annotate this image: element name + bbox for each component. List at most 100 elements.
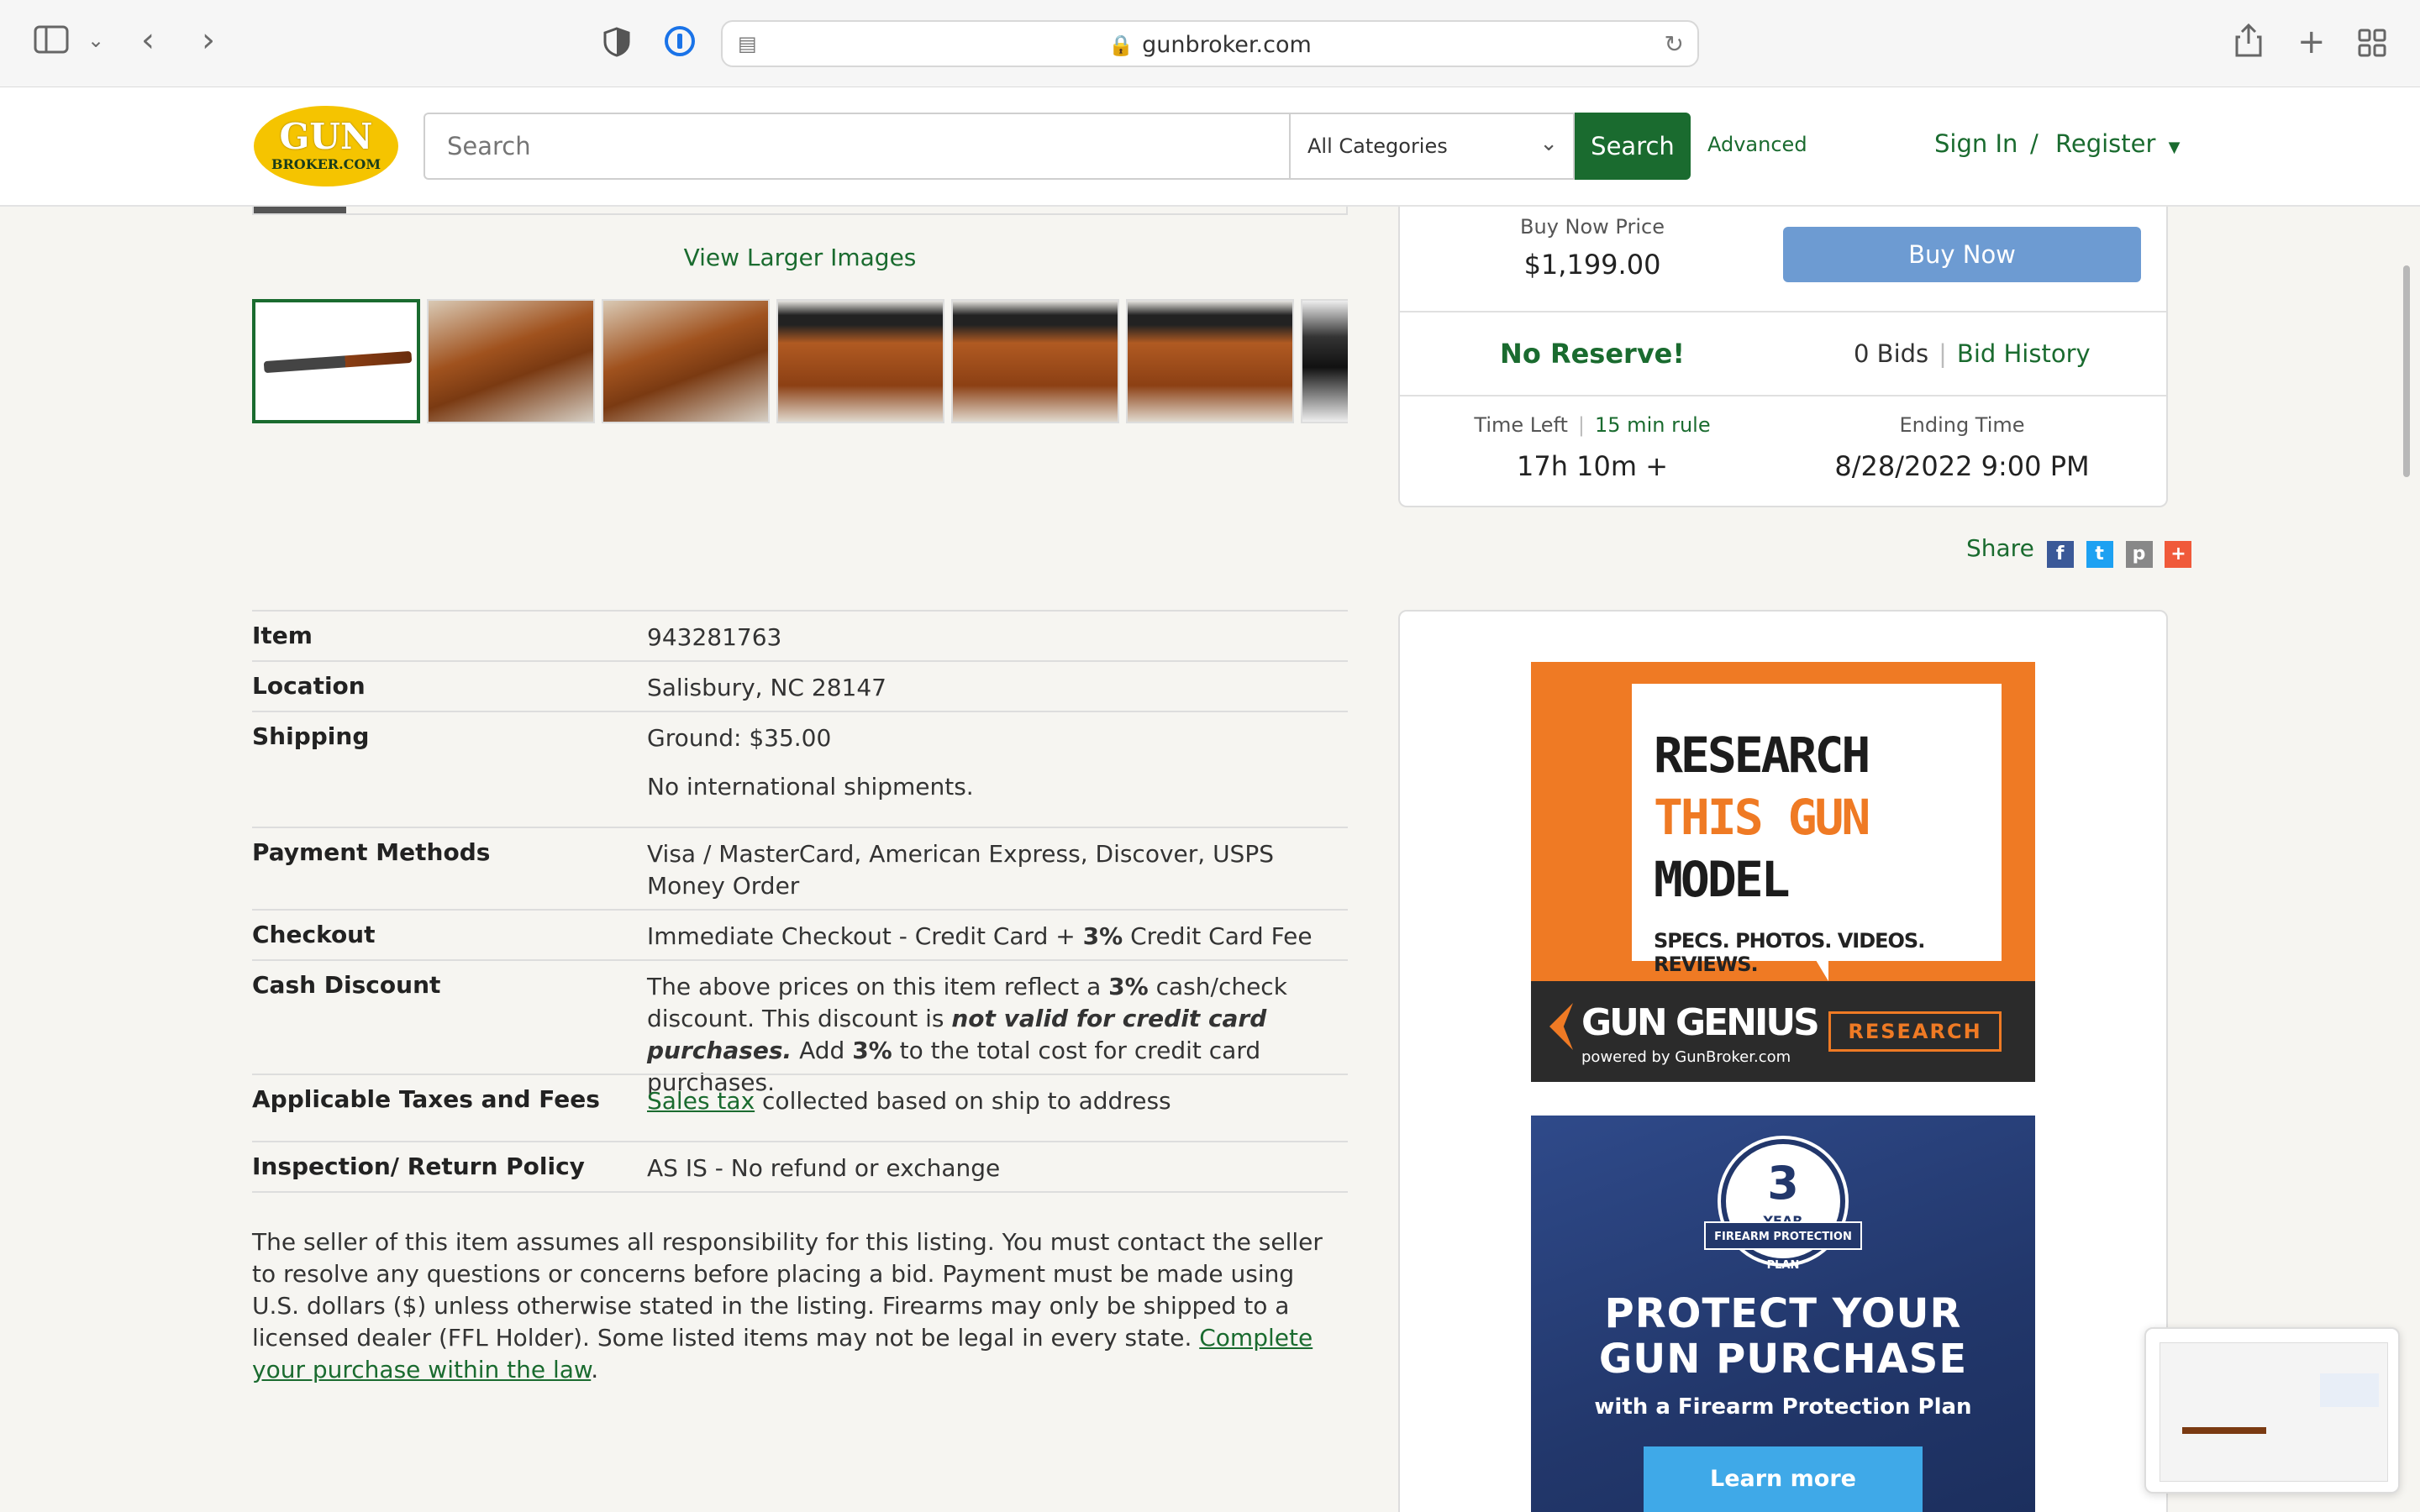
- address-bar[interactable]: ▤ 🔒 gunbroker.com ↻: [721, 20, 1699, 67]
- thumbnail-4[interactable]: [776, 299, 944, 423]
- preview-rifle: [2182, 1427, 2266, 1434]
- thumbnail-2[interactable]: [427, 299, 595, 423]
- gun-genius-brand: GUN GENIUS: [1581, 1001, 1820, 1044]
- detail-row-item: Item 943281763: [252, 610, 1348, 660]
- sales-tax-link[interactable]: Sales tax: [647, 1087, 755, 1115]
- new-tab-icon[interactable]: +: [2297, 25, 2326, 59]
- checkout-fee-percent: 3%: [1082, 922, 1123, 950]
- detail-row-checkout: Checkout Immediate Checkout - Credit Car…: [252, 909, 1348, 959]
- thumbnail-1[interactable]: [252, 299, 420, 423]
- bid-count: 0 Bids: [1854, 339, 1929, 368]
- page-scrollbar[interactable]: [2403, 265, 2410, 477]
- disclaimer-end: .: [591, 1356, 599, 1383]
- gunbroker-logo[interactable]: GUN BROKER.COM: [252, 104, 400, 188]
- image-viewer-bottom: [252, 207, 1348, 215]
- taxes-text: collected based on ship to address: [755, 1087, 1171, 1115]
- thumbnail-7[interactable]: [1301, 299, 1348, 423]
- time-left: 17h 10m +: [1516, 450, 1669, 482]
- preview-content: [2160, 1342, 2388, 1482]
- logo-text-broker: BROKER.COM: [271, 156, 381, 172]
- thumbnail-3[interactable]: [602, 299, 770, 423]
- tab-overview-icon[interactable]: [2358, 29, 2386, 63]
- ad-subheadline: with a Firearm Protection Plan: [1594, 1394, 1972, 1420]
- separator: |: [1577, 413, 1586, 437]
- research-button[interactable]: RESEARCH: [1828, 1011, 2002, 1052]
- detail-label: Checkout: [252, 921, 376, 948]
- ending-time: 8/28/2022 9:00 PM: [1834, 450, 2090, 482]
- thumbnail-5[interactable]: [951, 299, 1119, 423]
- detail-label: Item: [252, 622, 313, 649]
- protection-plan-ad[interactable]: 3 YEAR FIREARM PROTECTION PLAN PROTECT Y…: [1531, 1116, 2035, 1512]
- rifle-image: [263, 350, 413, 374]
- twitter-icon[interactable]: t: [2086, 541, 2113, 568]
- sidebar-toggle-icon[interactable]: [34, 25, 69, 60]
- gun-genius-logo-icon: [1549, 1003, 1573, 1050]
- preview-buybox: [2320, 1373, 2379, 1407]
- back-icon[interactable]: ‹: [141, 24, 155, 57]
- thumbnail-6[interactable]: [1126, 299, 1294, 423]
- divider: [1400, 311, 2166, 312]
- facebook-icon[interactable]: f: [2046, 541, 2074, 568]
- category-select-value: All Categories: [1307, 134, 1448, 158]
- shield-icon[interactable]: [603, 27, 630, 63]
- detail-value: Immediate Checkout - Credit Card + 3% Cr…: [647, 921, 1348, 953]
- ending-time-label: Ending Time: [1899, 413, 2025, 437]
- advanced-search-link[interactable]: Advanced: [1707, 133, 1807, 156]
- ad-line-research: RESEARCH: [1654, 727, 1870, 784]
- register-dropdown[interactable]: Register ▼: [2055, 129, 2180, 158]
- ad-line-model: MODEL: [1654, 851, 1791, 908]
- share-icon[interactable]: [2235, 23, 2262, 63]
- time-left-row: Time Left | 15 min rule: [1400, 413, 1785, 437]
- cash-text-1: The above prices on this item reflect a: [647, 973, 1109, 1000]
- detail-label: Location: [252, 672, 366, 700]
- detail-row-inspection: Inspection/ Return Policy AS IS - No ref…: [252, 1141, 1348, 1193]
- cash-text-3: Add: [792, 1037, 853, 1064]
- detail-value: Salisbury, NC 28147: [647, 674, 886, 701]
- detail-label: Applicable Taxes and Fees: [252, 1085, 600, 1113]
- buy-now-price: $1,199.00: [1523, 249, 1661, 281]
- badge-number: 3: [1767, 1157, 1799, 1210]
- share-bar: Share f t p +: [1966, 534, 2192, 568]
- detail-row-taxes: Applicable Taxes and Fees Sales tax coll…: [252, 1074, 1348, 1141]
- ad-line-this-gun: THIS GUN: [1654, 789, 1870, 846]
- no-reserve-label: No Reserve!: [1500, 338, 1685, 370]
- more-share-icon[interactable]: +: [2165, 541, 2192, 568]
- detail-value: AS IS - No refund or exchange: [647, 1154, 1001, 1182]
- search-button[interactable]: Search: [1575, 113, 1691, 180]
- gun-genius-ad[interactable]: RESEARCH THIS GUN MODEL SPECS. PHOTOS. V…: [1531, 662, 2035, 1082]
- detail-row-cash-discount: Cash Discount The above prices on this i…: [252, 959, 1348, 1096]
- search-input[interactable]: [424, 113, 1289, 180]
- seller-disclaimer: The seller of this item assumes all resp…: [252, 1226, 1348, 1386]
- checkout-text: Immediate Checkout - Credit Card +: [647, 922, 1083, 950]
- site-header: GUN BROKER.COM All Categories ⌄ Search A…: [0, 87, 2420, 207]
- buy-now-price-label: Buy Now Price: [1520, 215, 1665, 239]
- speech-pointer: [1808, 948, 1828, 981]
- checkout-text-end: Credit Card Fee: [1123, 922, 1313, 950]
- fifteen-min-rule-link[interactable]: 15 min rule: [1595, 413, 1711, 437]
- detail-label: Shipping: [252, 722, 370, 750]
- page-preview-thumbnail[interactable]: [2144, 1327, 2400, 1494]
- bid-history-link[interactable]: Bid History: [1957, 339, 2091, 368]
- detail-row-shipping: Shipping Ground: $35.00 No international…: [252, 711, 1348, 827]
- password-manager-icon[interactable]: [664, 25, 696, 63]
- sign-in-link[interactable]: Sign In: [1934, 129, 2018, 158]
- shipping-ground: Ground: $35.00: [647, 724, 832, 752]
- powered-by: powered by GunBroker.com: [1581, 1048, 1791, 1066]
- chevron-down-icon[interactable]: ⌄: [87, 30, 104, 50]
- thumbnail-strip: [252, 299, 1348, 425]
- reload-icon[interactable]: ↻: [1665, 30, 1684, 58]
- active-image-indicator: [254, 207, 346, 213]
- learn-more-button[interactable]: Learn more: [1644, 1446, 1923, 1512]
- detail-label: Cash Discount: [252, 971, 441, 999]
- divider: [1400, 395, 2166, 396]
- browser-toolbar: ⌄ ‹ › ▤ 🔒 gunbroker.com ↻ +: [0, 0, 2420, 87]
- forward-icon[interactable]: ›: [202, 24, 215, 57]
- share-label: Share: [1966, 534, 2034, 562]
- shipping-international: No international shipments.: [647, 773, 974, 801]
- url-text: gunbroker.com: [1142, 32, 1312, 58]
- detail-label: Payment Methods: [252, 838, 491, 866]
- category-select[interactable]: All Categories ⌄: [1289, 113, 1575, 180]
- buy-now-button[interactable]: Buy Now: [1783, 227, 2141, 282]
- view-larger-images-link[interactable]: View Larger Images: [252, 244, 1348, 271]
- print-icon[interactable]: p: [2125, 541, 2153, 568]
